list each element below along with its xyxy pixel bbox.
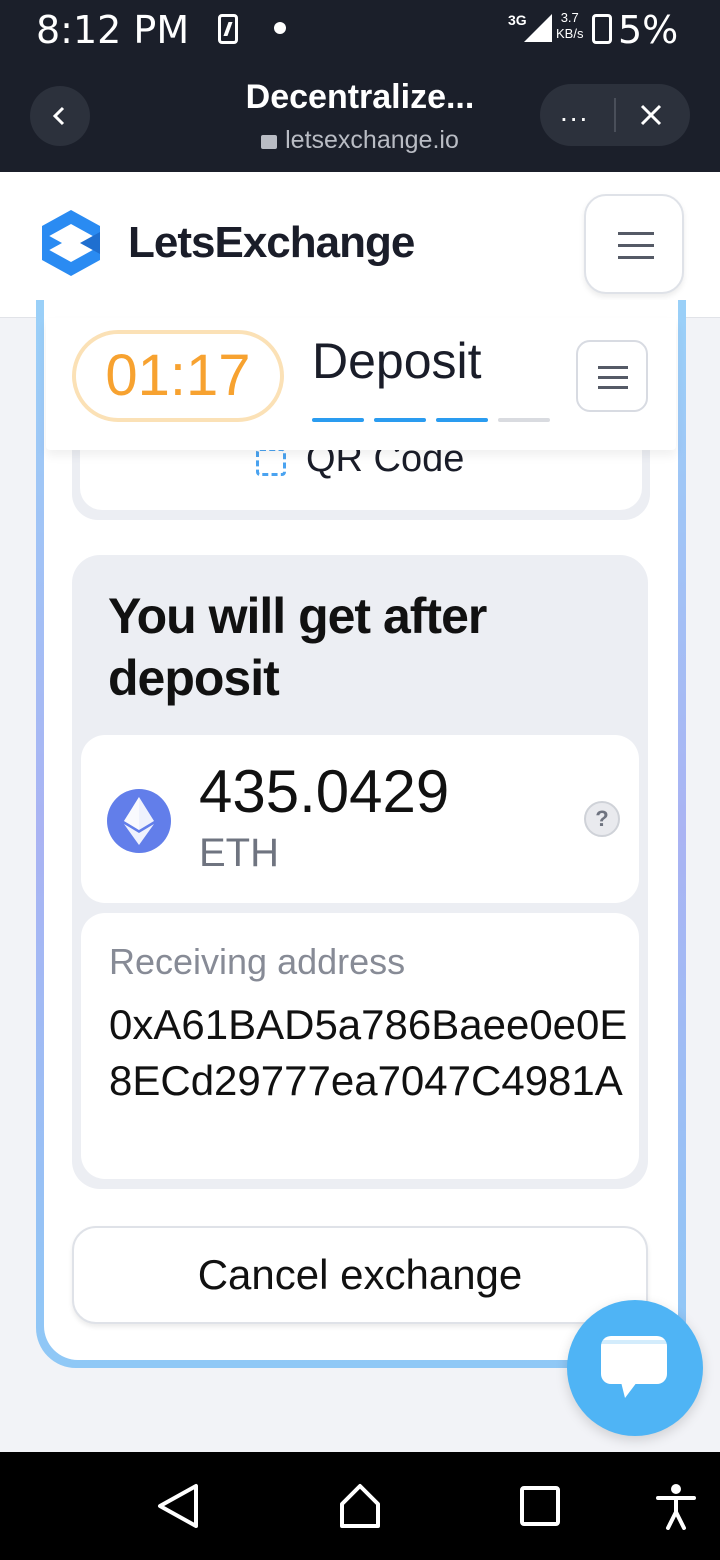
step-header: 01:17 Deposit [46, 318, 676, 450]
signal-icon [524, 14, 552, 42]
nav-back-icon[interactable] [156, 1482, 200, 1530]
system-nav-bar [0, 1452, 720, 1560]
status-bar: 8:12 PM 3G 3.7 KB/s 5% [0, 0, 720, 62]
step-progress [312, 418, 550, 422]
browser-toolbar: Decentralize... letsexchange.io ... [0, 62, 720, 172]
chat-bubble-icon [601, 1336, 667, 1398]
lock-icon [261, 135, 278, 149]
more-button[interactable]: ... [560, 98, 589, 126]
progress-step [436, 418, 488, 422]
letsexchange-logo-icon[interactable] [38, 208, 104, 278]
accessibility-icon[interactable] [654, 1482, 698, 1530]
progress-step [312, 418, 364, 422]
receive-summary: You will get after deposit 435.0429 ETH … [72, 555, 648, 1189]
notification-dot-icon [274, 22, 286, 34]
receive-ticker: ETH [199, 831, 279, 875]
steps-menu-button[interactable] [576, 340, 648, 412]
nav-home-icon[interactable] [338, 1482, 382, 1530]
cancel-exchange-button[interactable]: Cancel exchange [72, 1226, 648, 1324]
receive-title: You will get after deposit [108, 588, 487, 706]
url-text: letsexchange.io [285, 126, 459, 154]
menu-line [598, 366, 628, 369]
menu-line [618, 232, 654, 235]
battery-saver-icon [218, 14, 238, 44]
hamburger-menu-button[interactable] [584, 194, 684, 294]
help-icon[interactable]: ? [584, 801, 620, 837]
back-button[interactable] [30, 86, 90, 146]
eth-icon [107, 789, 171, 853]
divider [614, 98, 616, 132]
receive-amount-card: 435.0429 ETH ? [81, 735, 639, 903]
progress-step [374, 418, 426, 422]
status-time: 8:12 PM [36, 8, 190, 52]
receive-amount: 435.0429 [199, 758, 450, 825]
receiving-address-value[interactable]: 0xA61BAD5a786Baee0e0E8ECd29777ea7047C498… [109, 997, 629, 1109]
url-display[interactable]: letsexchange.io [150, 126, 570, 155]
page-title: Decentralize... [245, 78, 475, 116]
receiving-address-card: Receiving address 0xA61BAD5a786Baee0e0E8… [81, 913, 639, 1179]
countdown-timer: 01:17 [72, 330, 284, 422]
chevron-left-icon [52, 106, 65, 126]
network-speed-unit: KB/s [556, 26, 584, 41]
menu-line [618, 256, 654, 259]
battery-icon [592, 14, 612, 44]
menu-line [598, 386, 628, 389]
progress-step [498, 418, 550, 422]
qr-code-icon [256, 448, 286, 476]
network-speed: 3.7 KB/s [556, 10, 583, 42]
menu-line [618, 244, 654, 247]
receiving-address-label: Receiving address [109, 941, 406, 982]
browser-actions: ... [540, 84, 690, 146]
menu-line [598, 376, 628, 379]
step-title: Deposit [312, 333, 482, 389]
nav-recents-icon[interactable] [520, 1486, 560, 1526]
chat-support-button[interactable] [567, 1300, 703, 1436]
close-icon[interactable] [636, 100, 666, 130]
network-speed-value: 3.7 [560, 10, 579, 25]
site-header: LetsExchange [0, 172, 720, 318]
logo-text[interactable]: LetsExchange [128, 218, 415, 268]
battery-percent: 5% [618, 8, 679, 52]
